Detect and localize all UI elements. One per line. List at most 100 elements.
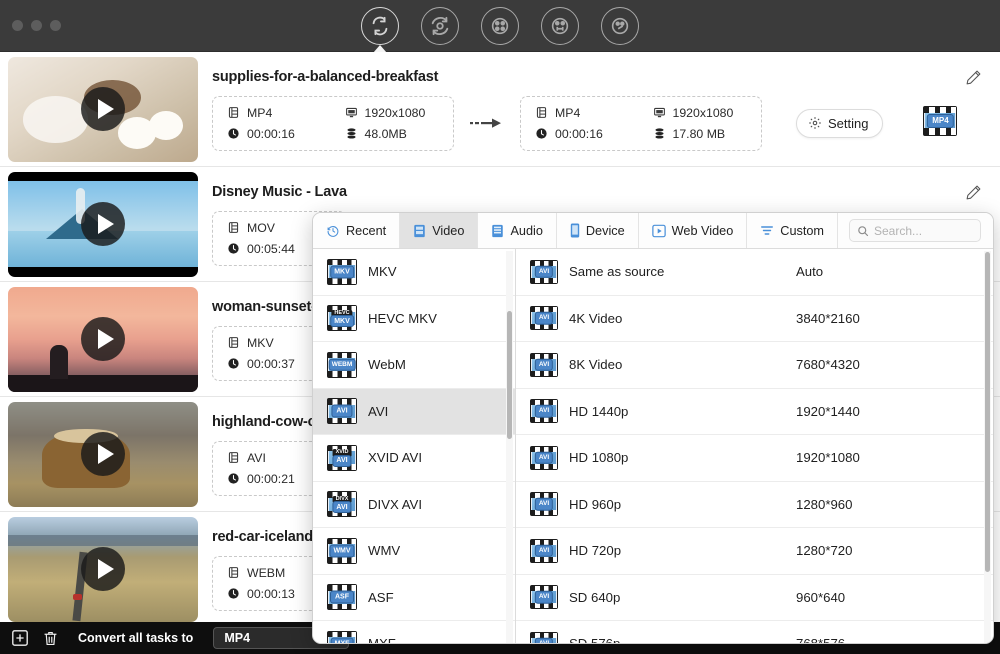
format-item-hevc-mkv[interactable]: HEVC MKV HEVC MKV [313, 296, 515, 342]
resolution-icon-label: AVI [534, 498, 554, 511]
setting-button[interactable]: Setting [796, 108, 884, 138]
resolution-item-4k-video[interactable]: AVI 4K Video 3840*2160 [516, 296, 993, 342]
database-icon [654, 128, 664, 139]
resolution-item-value: 7680*4320 [796, 357, 860, 373]
video-thumbnail[interactable] [8, 516, 198, 622]
resolution-item-hd-1080p[interactable]: AVI HD 1080p 1920*1080 [516, 435, 993, 482]
format-item-avi[interactable]: AVI AVI [313, 388, 515, 435]
file-icon [228, 337, 239, 348]
toolbar-item-converter[interactable] [361, 7, 399, 53]
target-format: MP4 [535, 106, 617, 120]
format-icon-label: ASF [330, 590, 354, 604]
source-format: MKV [227, 336, 295, 350]
module-toolbar [0, 0, 1000, 53]
format-item-label: MKV [368, 264, 397, 280]
format-list[interactable]: MKV MKV HEVC MKV HEVC MKV WEBM WebM AVI … [313, 249, 516, 643]
tab-recent[interactable]: Recent [313, 213, 401, 248]
resolution-item-sd-576p[interactable]: AVI SD 576p 768*576 [516, 621, 993, 644]
format-item-mkv[interactable]: MKV MKV [313, 249, 515, 296]
resolution-item-name: 8K Video [569, 357, 623, 373]
record-reel-icon [611, 17, 629, 35]
resolution-item-value: 768*576 [796, 636, 846, 644]
clock-icon [228, 473, 239, 484]
clock-icon [536, 128, 547, 139]
tab-audio[interactable]: Audio [478, 213, 557, 248]
video-icon [414, 224, 425, 237]
toolbar-item-compressor[interactable] [421, 7, 459, 45]
format-item-webm[interactable]: WEBM WebM [313, 342, 515, 389]
toolbar-item-editor[interactable] [541, 7, 579, 45]
tab-web-video[interactable]: Web Video [639, 213, 748, 248]
format-item-asf[interactable]: ASF ASF [313, 575, 515, 621]
resolution-item-name: SD 640p [569, 589, 621, 605]
source-duration-label: 00:00:16 [247, 126, 295, 141]
format-item-xvid-avi[interactable]: XVID AVI XVID AVI [313, 435, 515, 482]
resolution-item-name: HD 1440p [569, 403, 629, 419]
format-list-scrollbar-thumb[interactable] [507, 311, 512, 439]
file-name: supplies-for-a-balanced-breakfast [212, 68, 439, 85]
play-button[interactable] [81, 202, 125, 246]
video-thumbnail[interactable] [8, 171, 198, 277]
format-item-divx-avi[interactable]: DIVX AVI DIVX AVI [313, 482, 515, 528]
resolution-item-name: HD 1080p [569, 450, 629, 466]
file-icon [228, 222, 239, 233]
toolbar-item-screen-recorder[interactable] [601, 7, 639, 45]
video-thumbnail[interactable] [8, 56, 198, 162]
resolution-item-value: 1280*960 [796, 496, 853, 512]
add-file-icon [12, 630, 28, 646]
tab-video[interactable]: Video [400, 213, 479, 248]
format-picker-panel[interactable]: Recent Video Audio Device Web Video Cust… [312, 212, 994, 644]
target-info-box: MP4 1920x1080 00:00:16 17.80 MB [520, 95, 762, 151]
source-resolution: 1920x1080 [345, 106, 440, 120]
resolution-item-sd-640p[interactable]: AVI SD 640p 960*640 [516, 575, 993, 621]
format-panel-tabs: Recent Video Audio Device Web Video Cust… [313, 213, 993, 249]
toolbar-item-downloader[interactable] [481, 7, 519, 45]
tab-custom[interactable]: Custom [747, 213, 838, 248]
resolution-list[interactable]: AVI Same as source Auto AVI 4K Video 384… [516, 249, 993, 644]
resolution-item-hd-960p[interactable]: AVI HD 960p 1280*960 [516, 482, 993, 528]
resolution-item-hd-1440p[interactable]: AVI HD 1440p 1920*1440 [516, 389, 993, 435]
play-button[interactable] [81, 317, 125, 361]
title-bar [0, 0, 1000, 53]
format-icon-label: AVI [332, 501, 352, 514]
format-icon-label: AVI [332, 454, 352, 467]
search-input[interactable]: Search... [849, 219, 981, 242]
setting-button-label: Setting [828, 115, 869, 131]
monitor-icon [345, 107, 357, 118]
recent-icon [327, 225, 339, 237]
target-duration-label: 00:00:16 [555, 126, 603, 141]
arrow-right-icon [470, 118, 501, 128]
source-format-label: MOV [247, 220, 276, 235]
resolution-list-scrollbar-thumb[interactable] [985, 252, 990, 572]
file-name: Disney Music - Lava [212, 183, 347, 200]
output-format-badge-label: MP4 [927, 113, 954, 128]
format-item-label: XVID AVI [368, 450, 422, 466]
format-item-wmv[interactable]: WMV WMV [313, 528, 515, 575]
resolution-item-hd-720p[interactable]: AVI HD 720p 1280*720 [516, 528, 993, 575]
play-button[interactable] [81, 87, 125, 131]
source-duration: 00:00:21 [227, 472, 295, 486]
rename-icon[interactable] [965, 69, 982, 91]
delete-button[interactable] [40, 628, 60, 648]
resolution-item-same-as-source[interactable]: AVI Same as source Auto [516, 249, 993, 296]
format-item-label: DIVX AVI [368, 496, 422, 512]
rename-icon[interactable] [965, 184, 982, 206]
source-size-label: 48.0MB [364, 126, 407, 141]
table-row[interactable]: supplies-for-a-balanced-breakfast MP4 19… [0, 52, 1000, 167]
resolution-icon-label: AVI [534, 544, 554, 557]
tab-device[interactable]: Device [557, 213, 639, 248]
resolution-icon-label: AVI [534, 451, 554, 464]
format-icon-label: MKV [330, 265, 354, 279]
video-thumbnail[interactable] [8, 286, 198, 392]
add-file-button[interactable] [10, 628, 30, 648]
output-format-badge[interactable]: MP4 [923, 105, 958, 141]
resolution-item-8k-video[interactable]: AVI 8K Video 7680*4320 [516, 342, 993, 389]
video-thumbnail[interactable] [8, 401, 198, 507]
resolution-item-name: HD 720p [569, 543, 622, 559]
source-format-label: WEBM [247, 565, 286, 580]
tab-device-label: Device [585, 223, 625, 238]
format-item-mxf[interactable]: MXF MXF [313, 621, 515, 643]
target-duration: 00:00:16 [535, 127, 617, 141]
play-button[interactable] [81, 547, 125, 591]
play-button[interactable] [81, 432, 125, 476]
